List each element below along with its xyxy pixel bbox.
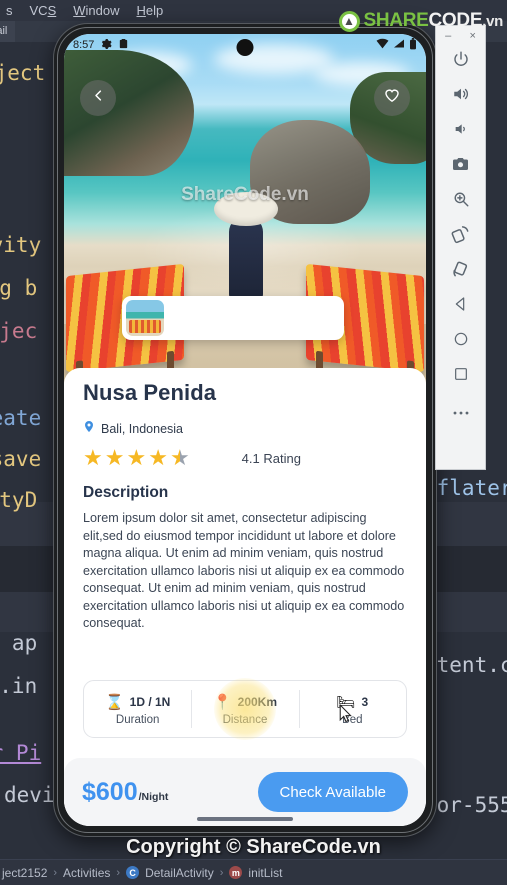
emulator-toolbar[interactable]: – × xyxy=(435,25,486,470)
favorite-button[interactable] xyxy=(374,80,410,116)
phone-screen[interactable]: ShareCode.vn 8:57 Nusa Penida Bali, Indo… xyxy=(64,34,426,826)
wifi-icon xyxy=(376,38,389,52)
preview-thumbnail xyxy=(126,300,164,336)
logo-share-text: SHARE xyxy=(363,10,429,31)
hero-person xyxy=(214,192,278,312)
code-token: ing b xyxy=(0,276,38,300)
back-button[interactable] xyxy=(80,80,116,116)
battery-icon xyxy=(409,37,417,53)
menu-item-0[interactable]: s xyxy=(6,3,13,18)
gear-icon xyxy=(100,38,113,53)
signal-icon xyxy=(393,38,405,52)
screenshot-root: s VCS Window Help ivity_detail oject ivi… xyxy=(0,0,507,885)
location-row: Bali, Indonesia xyxy=(83,419,407,439)
camera-icon[interactable] xyxy=(446,153,476,175)
chevron-right-icon: › xyxy=(116,866,121,879)
rating-row: ★ ★ ★ ★ ★ 4.1 Rating xyxy=(83,447,407,469)
bed-value: 3 xyxy=(361,694,369,709)
star-icon: ★ xyxy=(83,445,103,470)
bed-label: Bed xyxy=(342,713,363,726)
code-token: ntent.ca xyxy=(424,653,507,677)
code-token: devi xyxy=(4,783,55,807)
breadcrumb-item-initlist[interactable]: initList xyxy=(248,866,282,880)
booking-bar: $600 /Night Check Available xyxy=(64,758,426,826)
status-time: 8:57 xyxy=(73,39,95,51)
info-cell-distance[interactable]: 📍 200Km Distance xyxy=(191,678,353,740)
code-token: ng ap xyxy=(11,631,38,655)
star-half-icon: ★ xyxy=(169,445,190,470)
camera-punch-hole xyxy=(236,39,254,56)
location-pins-icon: 📍 xyxy=(212,693,232,711)
code-token: reate xyxy=(0,406,42,430)
price-amount: $600 xyxy=(82,777,138,806)
price-unit: /Night xyxy=(138,790,169,803)
recents-icon[interactable] xyxy=(446,363,476,385)
distance-value: 200Km xyxy=(237,694,278,709)
code-token: tor-5554 xyxy=(424,793,507,817)
rating-text: 4.1 Rating xyxy=(241,450,301,466)
duration-value: 1D / 1N xyxy=(129,694,171,709)
code-token: oject xyxy=(0,61,46,85)
logo-code-text: CODE xyxy=(428,10,483,31)
chevron-right-icon: › xyxy=(53,866,58,879)
logo-vn-text: .vn xyxy=(482,13,503,30)
breadcrumb: ject2152 › Activities › C DetailActivity… xyxy=(0,859,507,885)
editor-tab-activity-detail[interactable]: ivity_detail xyxy=(0,21,16,42)
power-icon[interactable] xyxy=(446,48,476,70)
duration-label: Duration xyxy=(115,713,160,726)
class-icon: C xyxy=(126,866,140,879)
code-token: objec xyxy=(0,319,38,343)
menu-item-help[interactable]: Help xyxy=(136,3,163,18)
code-token: vityD xyxy=(0,488,38,512)
home-icon[interactable] xyxy=(446,328,476,350)
distance-label: Distance xyxy=(222,713,268,726)
menu-item-window[interactable]: Window xyxy=(73,3,119,18)
map-pin-icon xyxy=(83,419,95,439)
volume-up-icon[interactable] xyxy=(446,83,476,105)
star-icon: ★ xyxy=(148,445,168,470)
info-card-row: ⌛ 1D / 1N Duration 📍 200Km Distance 🛏 3 … xyxy=(83,678,407,740)
menu-item-vcs[interactable]: VCS xyxy=(30,3,57,18)
floating-preview-card[interactable] xyxy=(122,296,344,340)
info-cell-duration[interactable]: ⌛ 1D / 1N Duration xyxy=(84,681,191,737)
rotate-left-icon[interactable] xyxy=(446,223,476,245)
logo-mark-icon: ▲ xyxy=(338,10,360,32)
description-text: Lorem ipsum dolor sit amet, consectetur … xyxy=(83,511,405,630)
more-icon[interactable] xyxy=(446,402,476,424)
description-heading: Description xyxy=(83,484,169,501)
heart-icon xyxy=(383,87,401,109)
sharecode-logo: ▲ SHARECODE.vn xyxy=(338,10,503,32)
price-block: $600 /Night xyxy=(82,778,168,807)
code-token: ivity xyxy=(0,233,42,257)
zoom-icon[interactable] xyxy=(446,188,476,210)
code-token: (save xyxy=(0,447,42,471)
code-token: nflater xyxy=(424,476,507,500)
android-emulator-window[interactable]: ShareCode.vn 8:57 Nusa Penida Bali, Indo… xyxy=(54,24,436,836)
breadcrumb-item-detailactivity[interactable]: DetailActivity xyxy=(145,866,214,880)
method-icon: m xyxy=(229,866,243,879)
star-icon: ★ xyxy=(104,445,125,470)
code-token: id.in xyxy=(0,674,38,698)
star-icon: ★ xyxy=(126,445,147,470)
hourglass-icon: ⌛ xyxy=(104,693,124,711)
check-available-button[interactable]: Check Available xyxy=(257,772,408,812)
screenshot-icon xyxy=(118,38,129,53)
chevron-right-icon: › xyxy=(219,866,224,879)
volume-down-icon[interactable] xyxy=(446,118,476,140)
place-title: Nusa Penida xyxy=(83,380,217,405)
breadcrumb-item-project[interactable]: ject2152 xyxy=(2,866,47,880)
back-icon[interactable] xyxy=(446,293,476,315)
info-cell-bed[interactable]: 🛏 3 Bed xyxy=(298,681,406,737)
rotate-right-icon[interactable] xyxy=(446,258,476,280)
home-indicator[interactable] xyxy=(197,817,293,821)
code-token: or Pi xyxy=(0,741,42,765)
status-right-icons xyxy=(376,37,417,53)
breadcrumb-item-activities[interactable]: Activities xyxy=(63,866,110,880)
star-rating: ★ ★ ★ ★ ★ xyxy=(83,447,190,469)
bed-icon: 🛏 xyxy=(336,693,356,711)
chevron-left-icon xyxy=(91,88,106,108)
location-text: Bali, Indonesia xyxy=(101,422,184,436)
